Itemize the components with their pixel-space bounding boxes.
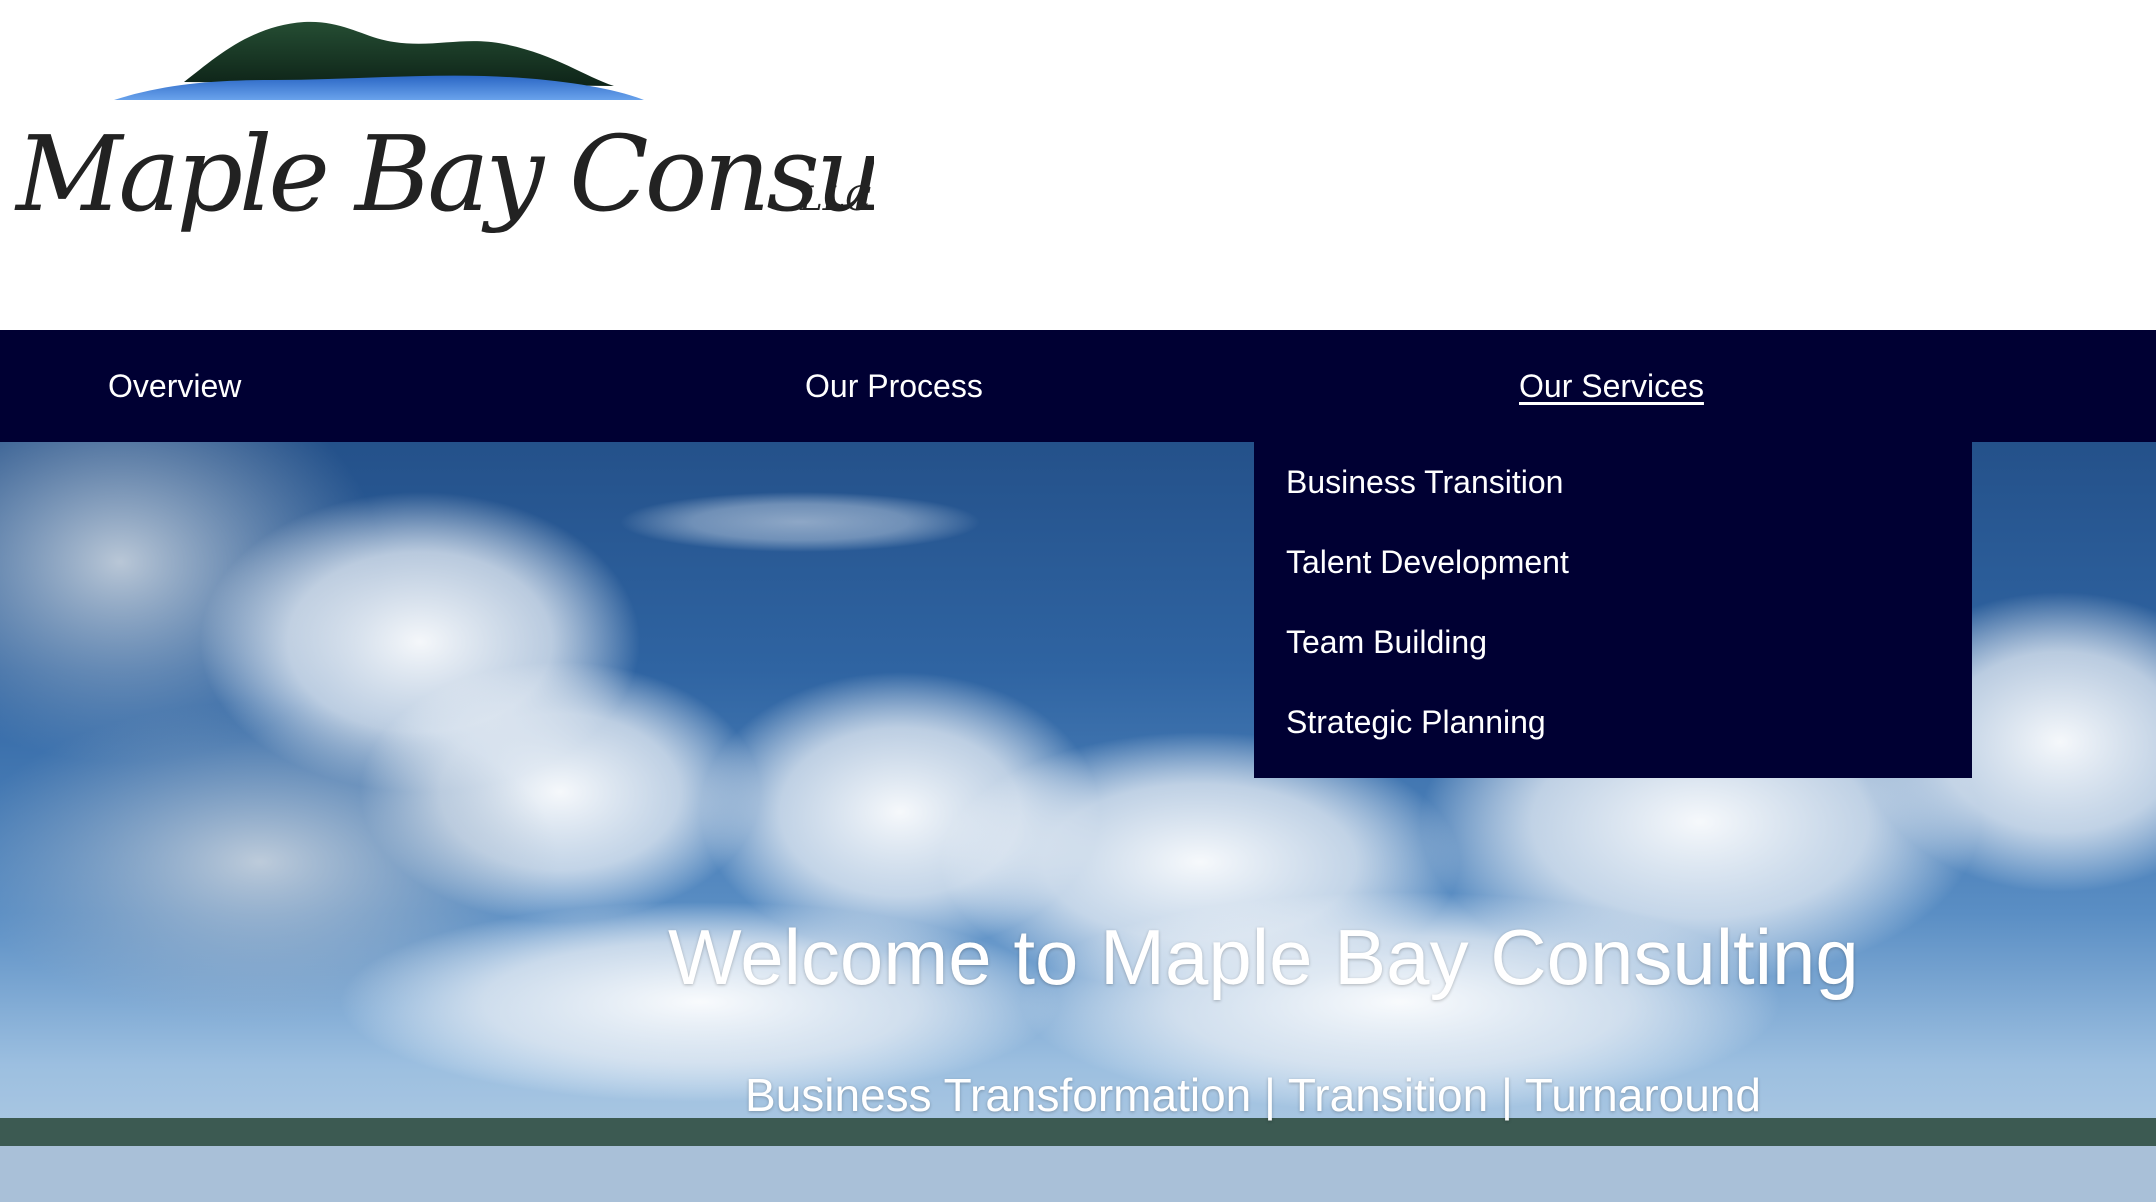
mountain-shape [184, 21, 614, 87]
hero-title: Welcome to Maple Bay Consulting [668, 913, 1859, 1001]
services-dropdown-menu: Business Transition Talent Development T… [1254, 442, 1972, 778]
dropdown-item-team-building[interactable]: Team Building [1286, 612, 1487, 672]
site-logo[interactable]: Maple Bay Consulting LLC [14, 14, 874, 254]
dropdown-item-talent-development[interactable]: Talent Development [1286, 532, 1569, 592]
logo-image: Maple Bay Consulting LLC [14, 21, 874, 235]
dropdown-item-strategic-planning[interactable]: Strategic Planning [1286, 692, 1546, 752]
nav-item-our-services[interactable]: Our Services [1519, 330, 1704, 442]
dropdown-item-business-transition[interactable]: Business Transition [1286, 452, 1563, 512]
nav-item-overview[interactable]: Overview [108, 330, 241, 442]
hero-subtitle: Business Transformation | Transition | T… [745, 1069, 1761, 1121]
main-nav: Overview Our Process Our Services [0, 330, 2156, 442]
nav-item-our-process[interactable]: Our Process [805, 330, 983, 442]
svg-text:Maple Bay Consulting: Maple Bay Consulting [14, 113, 874, 235]
svg-text:LLC: LLC [799, 179, 871, 219]
site-header: Maple Bay Consulting LLC [0, 0, 2156, 330]
